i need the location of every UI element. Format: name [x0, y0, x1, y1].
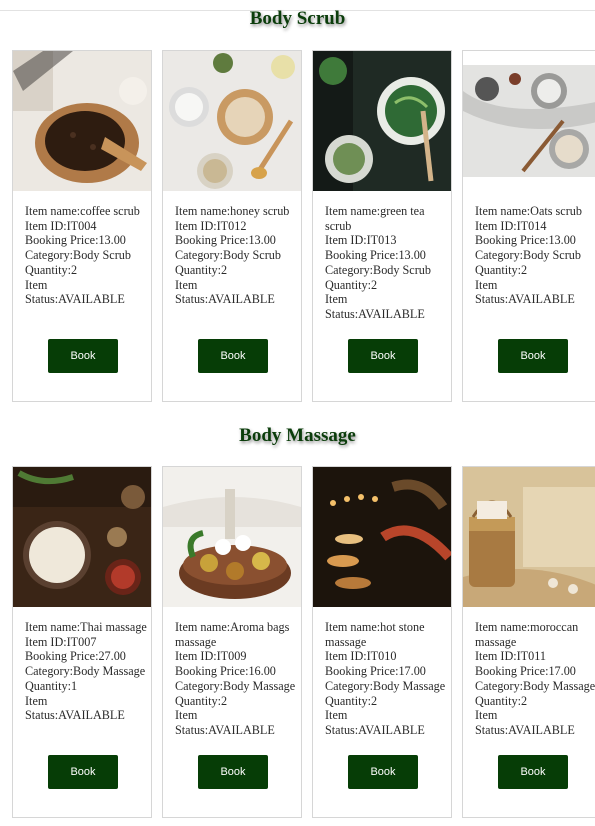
booking-price: Booking Price:16.00 — [175, 664, 276, 679]
item-category: Category:Body Massage — [475, 678, 595, 693]
product-info: Item name:coffee scrub Item ID:IT004 Boo… — [25, 204, 147, 307]
item-quantity: Quantity:2 — [475, 693, 528, 708]
item-quantity: Quantity:2 — [175, 262, 228, 277]
item-id: Item ID:IT012 — [175, 218, 247, 233]
book-button[interactable]: Book — [348, 339, 418, 373]
product-card: Item name:Oats scrub Item ID:IT014 Booki… — [462, 50, 595, 402]
book-button[interactable]: Book — [48, 339, 118, 373]
item-status: Item Status:AVAILABLE — [475, 277, 575, 307]
item-name: Item name:coffee scrub — [25, 204, 140, 218]
booking-price: Booking Price:13.00 — [325, 248, 426, 263]
item-category: Category:Body Massage — [25, 664, 146, 679]
product-info: Item name:Oats scrub Item ID:IT014 Booki… — [475, 204, 595, 307]
item-id: Item ID:IT004 — [25, 218, 97, 233]
booking-price: Booking Price:17.00 — [325, 664, 426, 679]
item-name: Item name:Oats scrub — [475, 204, 582, 218]
item-name: Item name:green tea scrub — [325, 204, 425, 233]
product-card: Item name:Thai massage Item ID:IT007 Boo… — [12, 466, 152, 818]
item-quantity: Quantity:2 — [475, 262, 528, 277]
booking-price: Booking Price:13.00 — [25, 233, 126, 248]
book-button[interactable]: Book — [198, 755, 268, 789]
book-button[interactable]: Book — [498, 339, 568, 373]
product-card: Item name:coffee scrub Item ID:IT004 Boo… — [12, 50, 152, 402]
item-id: Item ID:IT014 — [475, 218, 547, 233]
item-category: Category:Body Scrub — [175, 248, 281, 263]
book-button[interactable]: Book — [198, 339, 268, 373]
product-card: Item name:hot stone massage Item ID:IT01… — [312, 466, 452, 818]
product-image-thai-massage — [13, 467, 151, 607]
product-image-moroccan-massage — [463, 467, 595, 607]
item-category: Category:Body Scrub — [325, 262, 431, 277]
product-image-hot-stone-massage — [313, 467, 451, 607]
item-name: Item name:Aroma bags massage — [175, 620, 290, 649]
item-status: Item Status:AVAILABLE — [175, 708, 275, 737]
product-info: Item name:Thai massage Item ID:IT007 Boo… — [25, 620, 147, 723]
product-info: Item name:honey scrub Item ID:IT012 Book… — [175, 204, 297, 307]
book-button[interactable]: Book — [348, 755, 418, 789]
book-button[interactable]: Book — [48, 755, 118, 789]
item-status: Item Status:AVAILABLE — [325, 292, 425, 321]
booking-price: Booking Price:17.00 — [475, 664, 576, 679]
product-image-honey-scrub — [163, 51, 301, 191]
item-quantity: Quantity:2 — [25, 262, 78, 277]
product-card: Item name:green tea scrub Item ID:IT013 … — [312, 50, 452, 402]
item-name: Item name:hot stone massage — [325, 620, 425, 649]
item-category: Category:Body Scrub — [25, 248, 131, 263]
item-id: Item ID:IT009 — [175, 649, 247, 664]
item-quantity: Quantity:2 — [175, 693, 228, 708]
booking-price: Booking Price:27.00 — [25, 649, 126, 664]
item-id: Item ID:IT011 — [475, 649, 546, 664]
item-id: Item ID:IT013 — [325, 233, 397, 248]
item-category: Category:Body Massage — [175, 678, 296, 693]
item-name: Item name:moroccan massage — [475, 620, 579, 649]
item-status: Item Status:AVAILABLE — [25, 277, 125, 307]
product-info: Item name:moroccan massage Item ID:IT011… — [475, 620, 595, 738]
product-card: Item name:honey scrub Item ID:IT012 Book… — [162, 50, 302, 402]
item-category: Category:Body Scrub — [475, 248, 581, 263]
product-info: Item name:Aroma bags massage Item ID:IT0… — [175, 620, 297, 738]
product-image-aroma-bags-massage — [163, 467, 301, 607]
section-title-body-massage: Body Massage — [239, 425, 356, 446]
item-quantity: Quantity:2 — [325, 693, 378, 708]
product-grid-body-massage: Item name:Thai massage Item ID:IT007 Boo… — [12, 466, 595, 826]
booking-price: Booking Price:13.00 — [175, 233, 276, 248]
product-info: Item name:hot stone massage Item ID:IT01… — [325, 620, 447, 738]
booking-price: Booking Price:13.00 — [475, 233, 576, 248]
product-info: Item name:green tea scrub Item ID:IT013 … — [325, 204, 447, 322]
product-image-oats-scrub — [463, 51, 595, 191]
item-name: Item name:honey scrub — [175, 204, 290, 218]
item-status: Item Status:AVAILABLE — [325, 708, 425, 737]
item-id: Item ID:IT007 — [25, 634, 97, 649]
item-category: Category:Body Massage — [325, 678, 446, 693]
product-card: Item name:moroccan massage Item ID:IT011… — [462, 466, 595, 818]
item-quantity: Quantity:2 — [325, 277, 378, 292]
product-image-green-tea-scrub — [313, 51, 451, 191]
product-grid-body-scrub: Item name:coffee scrub Item ID:IT004 Boo… — [12, 50, 595, 410]
book-button[interactable]: Book — [498, 755, 568, 789]
item-id: Item ID:IT010 — [325, 649, 397, 664]
item-name: Item name:Thai massage — [25, 620, 147, 634]
item-quantity: Quantity:1 — [25, 678, 78, 693]
product-image-coffee-scrub — [13, 51, 151, 191]
item-status: Item Status:AVAILABLE — [25, 693, 125, 723]
section-title-body-scrub: Body Scrub — [249, 8, 346, 29]
item-status: Item Status:AVAILABLE — [175, 277, 275, 307]
product-card: Item name:Aroma bags massage Item ID:IT0… — [162, 466, 302, 818]
item-status: Item Status:AVAILABLE — [475, 708, 575, 737]
